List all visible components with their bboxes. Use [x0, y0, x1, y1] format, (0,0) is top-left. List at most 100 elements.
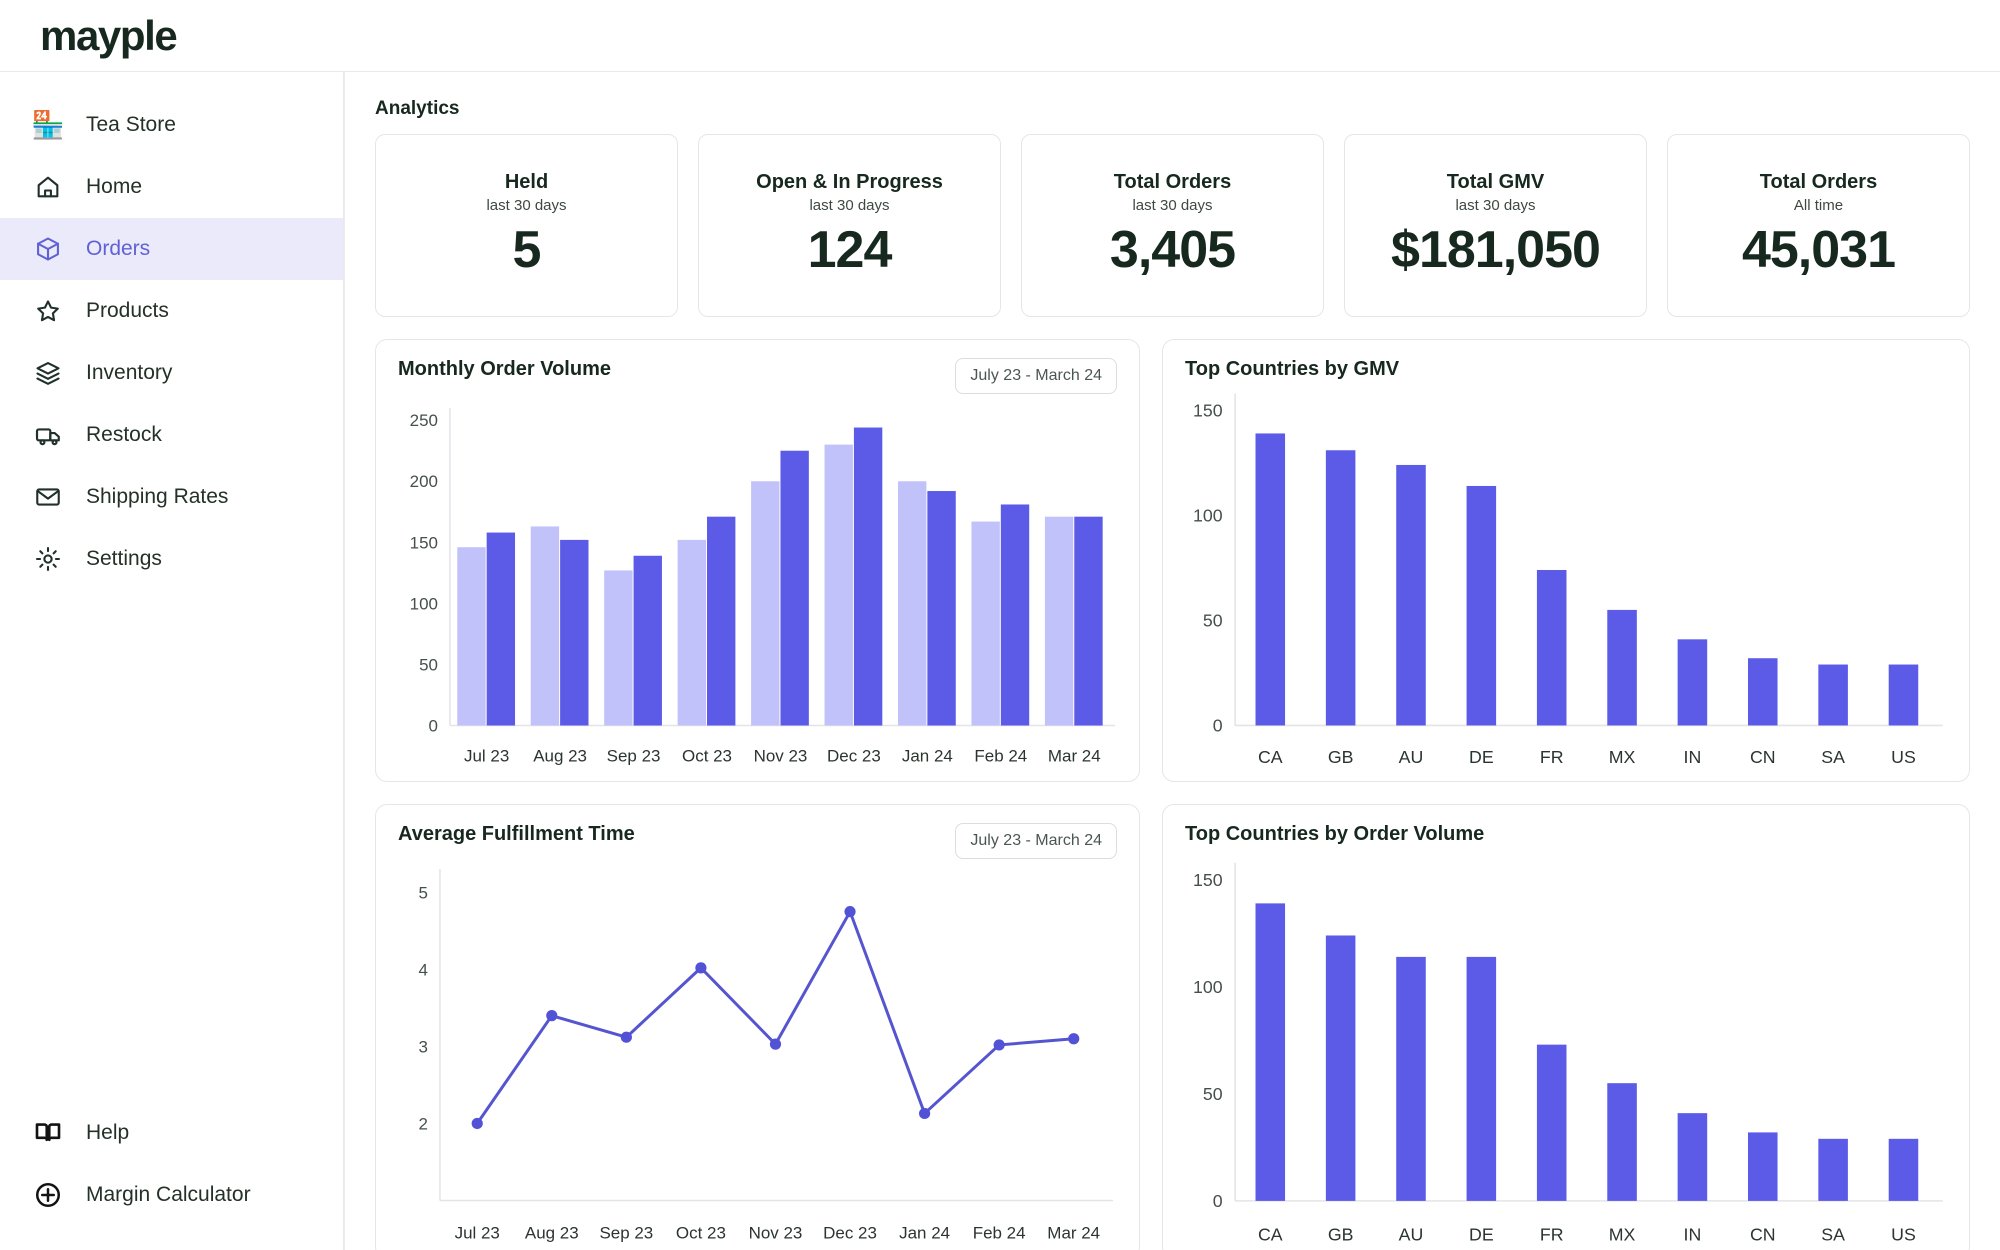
x-axis-tick: Oct 23: [682, 746, 732, 765]
sidebar-item-label: Home: [86, 175, 143, 198]
kpi-subtitle: last 30 days: [1132, 197, 1213, 214]
kpi-card-open-in-progress[interactable]: Open & In Progress last 30 days 124: [698, 134, 1001, 317]
bar: [1747, 1132, 1778, 1201]
sidebar-item-products[interactable]: Products: [0, 280, 343, 342]
bar: [1255, 903, 1286, 1201]
sidebar-item-restock[interactable]: Restock: [0, 404, 343, 466]
bar: [1888, 1138, 1919, 1201]
kpi-card-total-orders-30d[interactable]: Total Orders last 30 days 3,405: [1021, 134, 1324, 317]
x-axis-tick: Aug 23: [533, 746, 587, 765]
sidebar-footer-nav: Help Margin Calculator: [0, 1102, 343, 1236]
kpi-title: Open & In Progress: [756, 171, 943, 193]
chart-monthly-order-volume: 0 50 100 150 200 250 Jul 23 Aug 23 Sep 23 Oct 23 N…: [398, 396, 1117, 767]
x-axis-tick: Dec 23: [823, 1223, 877, 1242]
x-axis-tick: GB: [1328, 747, 1354, 767]
kpi-value: 5: [512, 221, 542, 279]
sidebar-item-home[interactable]: Home: [0, 156, 343, 218]
data-point: [993, 1038, 1005, 1051]
x-axis-tick: MX: [1609, 1225, 1636, 1245]
sidebar-item-label: Orders: [86, 237, 151, 260]
charts-row-top: Monthly Order Volume July 23 - March 24 …: [375, 339, 1970, 782]
bar: [1536, 569, 1567, 726]
gear-icon: [32, 543, 64, 575]
sidebar-item-help[interactable]: Help: [0, 1102, 343, 1164]
x-axis-tick: FR: [1540, 1225, 1564, 1245]
sidebar-item-label: Products: [86, 299, 169, 322]
data-point: [695, 961, 707, 974]
x-axis-tick: Jul 23: [455, 1223, 500, 1242]
store-icon: 🏪: [31, 109, 65, 140]
x-axis-tick: AU: [1399, 1225, 1424, 1245]
sidebar-item-label: Help: [86, 1121, 130, 1144]
sidebar-item-shipping-rates[interactable]: Shipping Rates: [0, 466, 343, 528]
bar: [1536, 1044, 1567, 1201]
x-axis-tick: Feb 24: [973, 1223, 1026, 1242]
sidebar-item-settings[interactable]: Settings: [0, 528, 343, 590]
data-point: [919, 1107, 931, 1119]
x-axis-tick: Dec 23: [827, 746, 881, 765]
card-top-countries-gmv: Top Countries by GMV 0 50 100 150 CA GB AU DE FR…: [1162, 339, 1970, 782]
sidebar-item-label: Tea Store: [86, 113, 176, 136]
bar: [1747, 658, 1778, 726]
bar: [1325, 450, 1356, 726]
card-monthly-order-volume: Monthly Order Volume July 23 - March 24 …: [375, 339, 1140, 782]
card-title: Average Fulfillment Time: [398, 823, 635, 845]
bar: [780, 450, 809, 726]
bar: [1074, 516, 1103, 726]
x-axis-tick: Mar 24: [1047, 1223, 1100, 1242]
y-axis-tick: 5: [419, 883, 428, 902]
charts-row-bottom: Average Fulfillment Time July 23 - March…: [375, 804, 1970, 1250]
package-icon: [32, 233, 64, 265]
x-axis-tick: CN: [1750, 747, 1776, 767]
kpi-title: Total Orders: [1759, 171, 1878, 193]
bar: [560, 539, 589, 726]
kpi-value: 3,405: [1109, 221, 1236, 279]
data-point: [471, 1117, 483, 1129]
y-axis-tick: 4: [419, 960, 428, 979]
sidebar-item-label: Restock: [86, 423, 162, 446]
plus-circle-icon: [32, 1179, 64, 1211]
x-axis-tick: Sep 23: [599, 1223, 653, 1242]
kpi-card-total-orders-all-time[interactable]: Total Orders All time 45,031: [1667, 134, 1970, 317]
x-axis-tick: Jan 24: [902, 746, 953, 765]
card-title: Top Countries by Order Volume: [1185, 823, 1485, 845]
card-title: Monthly Order Volume: [398, 358, 611, 380]
sidebar-item-tea-store[interactable]: 🏪 Tea Store: [0, 94, 343, 156]
bar: [853, 427, 883, 726]
x-axis-tick: Oct 23: [676, 1223, 726, 1242]
x-axis-tick: CA: [1258, 747, 1283, 767]
sidebar-item-inventory[interactable]: Inventory: [0, 342, 343, 404]
date-range-pill[interactable]: July 23 - March 24: [955, 358, 1117, 394]
sidebar-item-orders[interactable]: Orders: [0, 218, 343, 280]
x-axis-tick: Jan 24: [899, 1223, 950, 1242]
brand-logo[interactable]: mayple: [40, 12, 178, 60]
x-axis-tick: Jul 23: [464, 746, 509, 765]
card-header: Top Countries by Order Volume: [1185, 823, 1947, 846]
x-axis-tick: AU: [1399, 747, 1424, 767]
card-header: Top Countries by GMV: [1185, 358, 1947, 381]
y-axis-tick: 0: [1213, 716, 1223, 736]
y-axis-tick: 50: [1203, 1084, 1223, 1104]
line-series: [475, 907, 1074, 1124]
y-axis-tick: 100: [1193, 977, 1223, 997]
date-range-pill[interactable]: July 23 - March 24: [955, 823, 1117, 859]
y-axis-tick: 100: [1193, 506, 1223, 526]
card-average-fulfillment-time: Average Fulfillment Time July 23 - March…: [375, 804, 1140, 1250]
sidebar-nav: 🏪 Tea Store Home Orders Products Invento…: [0, 94, 343, 590]
home-icon: [32, 171, 64, 203]
page-title: Analytics: [375, 98, 460, 119]
star-icon: [32, 295, 64, 327]
bar: [1466, 485, 1497, 726]
kpi-card-total-gmv[interactable]: Total GMV last 30 days $181,050: [1344, 134, 1647, 317]
book-icon: [32, 1117, 64, 1149]
kpi-card-held[interactable]: Held last 30 days 5: [375, 134, 678, 317]
bar: [927, 490, 956, 726]
y-axis-tick: 0: [429, 716, 438, 735]
bar: [486, 532, 516, 726]
sidebar-item-margin-calculator[interactable]: Margin Calculator: [0, 1164, 343, 1226]
bar: [1607, 1083, 1637, 1201]
bar: [1000, 503, 1030, 726]
bar: [751, 480, 780, 726]
card-header: Monthly Order Volume July 23 - March 24: [398, 358, 1117, 396]
card-header: Average Fulfillment Time July 23 - March…: [398, 823, 1117, 861]
